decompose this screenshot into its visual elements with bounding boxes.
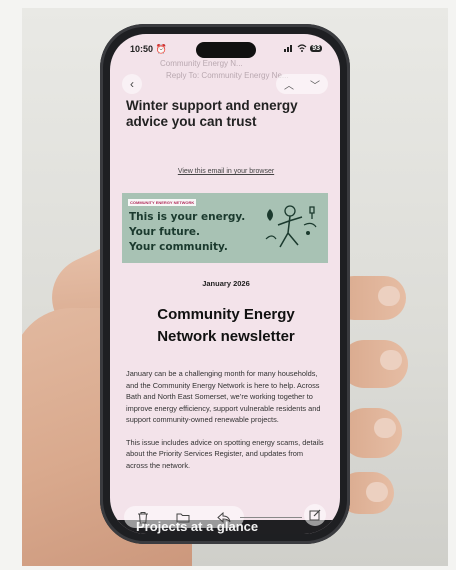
back-chevron-icon: ‹ xyxy=(130,77,134,91)
reply-icon[interactable] xyxy=(216,511,231,523)
message-navigation: ︿ ﹀ xyxy=(276,74,328,94)
dynamic-island xyxy=(196,42,256,58)
status-icons: 93 xyxy=(284,44,322,52)
banner-line-2: Your future. xyxy=(129,226,200,238)
down-chevron-icon[interactable]: ﹀ xyxy=(310,77,320,92)
toolbar-divider xyxy=(240,517,302,518)
view-in-browser-link[interactable]: View this email in your browser xyxy=(126,168,326,175)
newsletter-banner: COMMUNITY ENERGY NETWORK This is your en… xyxy=(122,193,328,263)
newsletter-date: January 2026 xyxy=(202,279,250,288)
running-person-illustration xyxy=(265,205,317,248)
trash-icon[interactable] xyxy=(137,511,149,524)
email-from: Community Energy N... xyxy=(160,59,243,68)
signal-icon xyxy=(284,45,293,52)
battery-indicator: 93 xyxy=(310,44,322,52)
mail-toolbar xyxy=(124,506,244,528)
up-chevron-icon[interactable]: ︿ xyxy=(284,77,294,92)
compose-button[interactable] xyxy=(304,504,326,526)
back-button[interactable]: ‹ xyxy=(122,74,142,94)
compose-icon xyxy=(309,509,321,521)
hand-finger-2 xyxy=(340,340,408,388)
banner-line-3: Your community. xyxy=(129,241,228,253)
phone: 10:50 ⏰ 93 Community Energy N... Reply T… xyxy=(100,24,350,544)
newsletter-title: Community Energy Network newsletter xyxy=(157,306,295,345)
email-title: Winter support and energy advice you can… xyxy=(126,98,298,129)
wifi-icon xyxy=(297,44,307,52)
intro-paragraph: January can be a challenging month for m… xyxy=(126,369,321,424)
folder-icon[interactable] xyxy=(176,512,190,523)
email-body: Winter support and energy advice you can… xyxy=(122,98,328,478)
alarm-icon: ⏰ xyxy=(155,44,167,54)
phone-screen: 10:50 ⏰ 93 Community Energy N... Reply T… xyxy=(110,34,340,534)
issue-summary-paragraph: This issue includes advice on spotting e… xyxy=(126,437,324,470)
banner-line-1: This is your energy. xyxy=(129,211,246,223)
banner-tag: COMMUNITY ENERGY NETWORK xyxy=(128,199,197,206)
status-time: 10:50 ⏰ xyxy=(130,44,167,54)
